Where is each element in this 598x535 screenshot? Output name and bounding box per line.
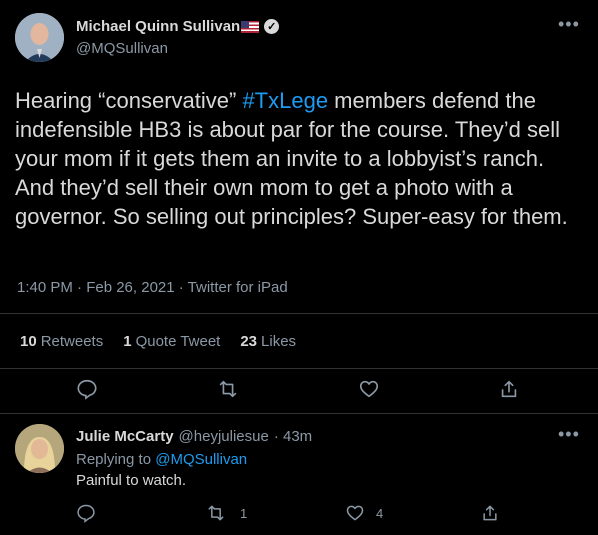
reply-time[interactable]: · 43m	[274, 428, 312, 445]
verified-badge-icon: ✓	[264, 19, 280, 34]
quotes-stat[interactable]: 1 Quote Tweet	[123, 333, 220, 350]
likes-stat[interactable]: 23 Likes	[240, 333, 296, 350]
hashtag-link[interactable]: #TxLege	[242, 88, 328, 113]
us-flag-icon	[241, 20, 260, 33]
reply-like-icon[interactable]	[345, 503, 365, 523]
tweet-actions	[0, 368, 598, 412]
author-handle[interactable]: @MQSullivan	[76, 40, 168, 57]
reply-like-count: 4	[376, 506, 384, 521]
like-icon[interactable]	[358, 378, 380, 400]
reply-retweet-icon[interactable]	[206, 503, 226, 523]
tweet-stats: 10 Retweets 1 Quote Tweet 23 Likes	[0, 313, 598, 369]
author-name[interactable]: Michael Quinn Sullivan	[76, 18, 240, 35]
reply-author-handle[interactable]: @heyjuliesue	[179, 428, 269, 445]
reply-author-avatar[interactable]	[15, 424, 64, 473]
replying-prefix: Replying to	[76, 451, 156, 468]
retweets-stat[interactable]: 10 Retweets	[20, 333, 103, 350]
reply-author-name[interactable]: Julie McCarty	[76, 428, 174, 445]
more-icon[interactable]: •••	[558, 14, 580, 35]
reply-reply-icon[interactable]	[76, 503, 96, 523]
reply-share-icon[interactable]	[480, 503, 500, 523]
reply-name-row[interactable]: Julie McCarty @heyjuliesue · 43m	[76, 428, 312, 445]
quotes-label: Quote Tweet	[135, 332, 221, 350]
replying-to: Replying to @MQSullivan	[76, 451, 247, 468]
reply-text: Painful to watch.	[76, 472, 187, 489]
tweet-text: Hearing “conservative” #TxLege members d…	[15, 86, 580, 231]
quotes-count: 1	[123, 332, 132, 350]
reply-retweet-count: 1	[240, 506, 248, 521]
likes-count: 23	[240, 332, 258, 350]
tweet-text-before: Hearing “conservative”	[15, 88, 243, 113]
author-avatar[interactable]	[15, 13, 64, 62]
retweets-label: Retweets	[40, 332, 104, 350]
main-tweet: Michael Quinn Sullivan ✓ @MQSullivan •••…	[0, 0, 598, 414]
reply-icon[interactable]	[76, 378, 98, 400]
retweets-count: 10	[20, 332, 37, 350]
share-icon[interactable]	[498, 378, 520, 400]
likes-label: Likes	[261, 332, 297, 350]
author-name-row[interactable]: Michael Quinn Sullivan ✓	[76, 18, 280, 35]
reply-actions: 1 4	[0, 500, 598, 528]
reply-more-icon[interactable]: •••	[558, 424, 580, 445]
retweet-icon[interactable]	[217, 378, 239, 400]
replying-to-link[interactable]: @MQSullivan	[155, 451, 247, 468]
tweet-meta[interactable]: 1:40 PM · Feb 26, 2021 · Twitter for iPa…	[17, 279, 288, 296]
